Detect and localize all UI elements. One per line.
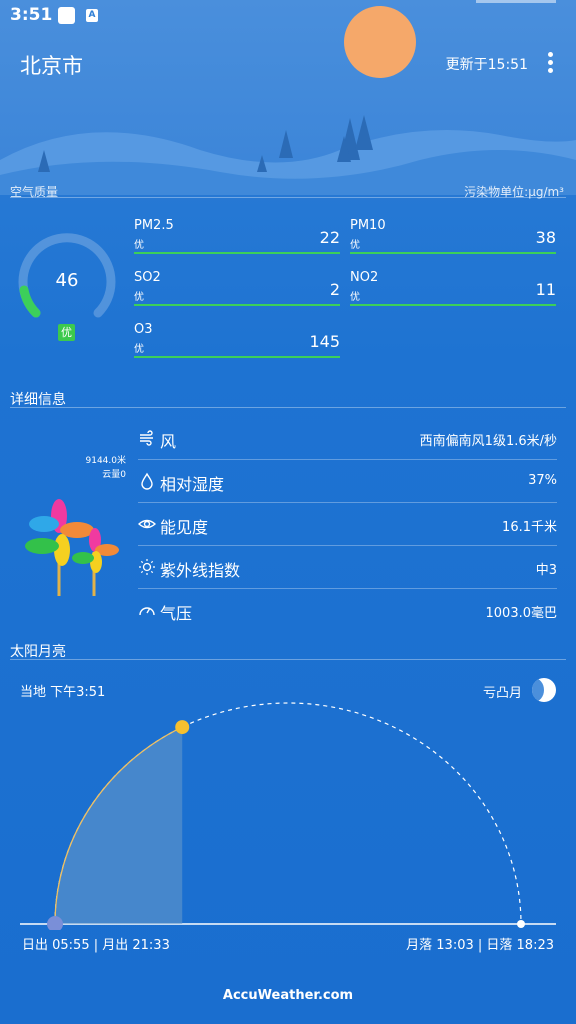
sun-icon (139, 559, 155, 575)
pollutant-level: 优 (350, 240, 360, 251)
humidity-icon (141, 472, 153, 490)
pollutant-pm10: PM10 优 38 (350, 218, 556, 254)
aqi-value: 46 (55, 270, 79, 291)
status-bar: 3:51 A (0, 0, 576, 32)
cloud-cover: 云量0 (102, 470, 126, 480)
eye-icon (138, 519, 156, 529)
pollutant-level: 优 (134, 344, 144, 355)
detail-value: 16.1千米 (502, 520, 557, 535)
app-notification-icon: A (86, 9, 98, 22)
detail-label: 能见度 (160, 518, 209, 537)
pollutant-name: PM10 (350, 218, 386, 233)
pollutant-value: 38 (535, 228, 556, 247)
detail-row-visibility: 能见度 16.1千米 (138, 503, 557, 546)
pinwheel-illustration (25, 499, 119, 596)
aqi-level-badge: 优 (58, 324, 75, 341)
pollutant-value: 11 (535, 280, 556, 299)
pollutant-level: 优 (350, 292, 360, 303)
pollutant-level: 优 (134, 292, 144, 303)
detail-value: 37% (528, 473, 557, 488)
sun-path-chart (20, 702, 556, 930)
city-name[interactable]: 北京市 (20, 50, 83, 80)
sun-moon-divider (10, 659, 566, 660)
set-times: 月落 13:03 | 日落 18:23 (406, 938, 554, 953)
pollutant-value: 2 (329, 280, 340, 299)
pollutant-pm25: PM2.5 优 22 (134, 218, 340, 254)
updated-time: 更新于15:51 (445, 57, 528, 73)
sun-moon-title: 太阳月亮 (10, 644, 66, 660)
detail-label: 紫外线指数 (160, 561, 241, 580)
detail-value: 中3 (535, 563, 557, 578)
pollutant-value: 22 (319, 228, 340, 247)
detail-row-humidity: 相对湿度 37% (138, 460, 557, 503)
sun-position-marker (175, 720, 190, 735)
sun-path-elapsed-area (55, 727, 183, 924)
detail-value: 1003.0毫巴 (485, 606, 558, 621)
pollutant-so2: SO2 优 2 (134, 270, 340, 306)
detail-row-pressure: 气压 1003.0毫巴 (138, 589, 557, 632)
detail-row-wind: 风 西南偏南风1级1.6米/秒 (138, 417, 557, 460)
sunset-marker (517, 920, 525, 928)
notification-icon (58, 7, 75, 24)
details-divider (10, 407, 566, 408)
cloud-height: 9144.0米 (85, 456, 127, 466)
detail-label: 风 (160, 432, 177, 451)
pollutant-no2: NO2 优 11 (350, 270, 556, 306)
details-title: 详细信息 (10, 392, 66, 408)
pollutant-level: 优 (134, 240, 144, 251)
gauge-icon (139, 607, 155, 616)
detail-row-uv: 紫外线指数 中3 (138, 546, 557, 589)
pollutant-name: SO2 (134, 270, 161, 285)
more-options-icon[interactable] (546, 52, 554, 74)
status-time: 3:51 (10, 5, 53, 25)
pollutant-name: O3 (134, 322, 153, 337)
detail-value: 西南偏南风1级1.6米/秒 (419, 434, 557, 449)
detail-label: 相对湿度 (160, 475, 225, 494)
accuweather-link[interactable]: AccuWeather.com (0, 988, 576, 1003)
air-quality-divider (10, 197, 566, 198)
status-indicator (476, 0, 556, 3)
pollutant-o3: O3 优 145 (134, 322, 340, 358)
pollutant-value: 145 (309, 332, 340, 351)
pollutant-name: PM2.5 (134, 218, 174, 233)
wind-icon (140, 430, 153, 446)
pollutant-name: NO2 (350, 270, 379, 285)
rise-times: 日出 05:55 | 月出 21:33 (22, 938, 170, 953)
detail-label: 气压 (160, 604, 193, 623)
